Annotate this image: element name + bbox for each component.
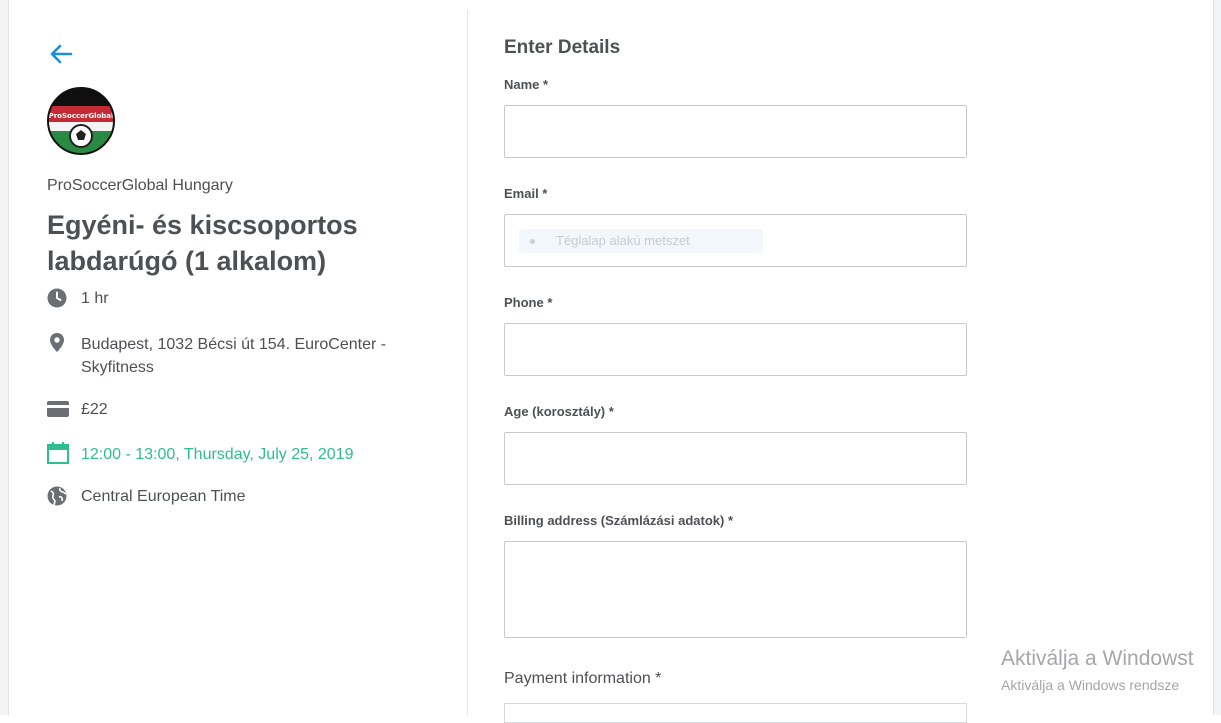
event-title: Egyéni- és kiscsoportos labdarúgó (1 alk…: [47, 210, 358, 276]
window-frame-right: [1213, 0, 1221, 715]
arrow-left-icon: [50, 44, 73, 64]
autofill-suggestion-text: Téglalap alakú metszet: [556, 233, 690, 248]
calendar-icon: [47, 442, 69, 464]
email-label: Email *: [504, 186, 548, 201]
window-frame-left: [0, 0, 9, 715]
back-button[interactable]: [47, 40, 75, 68]
globe-icon: [47, 486, 67, 506]
svg-text:ProSoccerGlobal: ProSoccerGlobal: [49, 112, 114, 120]
windows-activation-watermark-title: Aktiválja a Windowst: [1001, 647, 1194, 670]
billing-address-label: Billing address (Számlázási adatok) *: [504, 513, 734, 528]
timezone-text: Central European Time: [81, 488, 246, 505]
age-field[interactable]: [504, 432, 967, 485]
windows-activation-watermark-subtitle: Aktiválja a Windows rendsze: [1001, 677, 1180, 693]
email-field[interactable]: Téglalap alakú metszet: [504, 214, 967, 267]
name-label: Name *: [504, 77, 549, 92]
payment-label: Payment information *: [504, 670, 662, 687]
name-field[interactable]: [504, 105, 967, 158]
location-text: Budapest, 1032 Bécsi út 154. EuroCenter …: [81, 336, 387, 376]
organizer-name: ProSoccerGlobal Hungary: [47, 177, 233, 194]
map-pin-icon: [50, 333, 64, 352]
credit-card-icon: [47, 401, 69, 417]
age-label: Age (korosztály) *: [504, 404, 614, 419]
phone-field[interactable]: [504, 323, 967, 376]
panel-divider: [467, 10, 468, 715]
phone-label: Phone *: [504, 295, 553, 310]
duration-text: 1 hr: [81, 290, 109, 307]
datetime-text: 12:00 - 13:00, Thursday, July 25, 2019: [81, 446, 354, 463]
payment-field[interactable]: [504, 703, 967, 723]
price-text: £22: [81, 401, 108, 418]
bullet-icon: [530, 239, 535, 244]
autofill-suggestion[interactable]: Téglalap alakú metszet: [519, 229, 763, 253]
billing-address-field[interactable]: [504, 541, 967, 638]
form-heading: Enter Details: [504, 37, 621, 58]
organizer-logo: ProSoccerGlobal: [47, 87, 115, 155]
clock-icon: [47, 288, 67, 308]
